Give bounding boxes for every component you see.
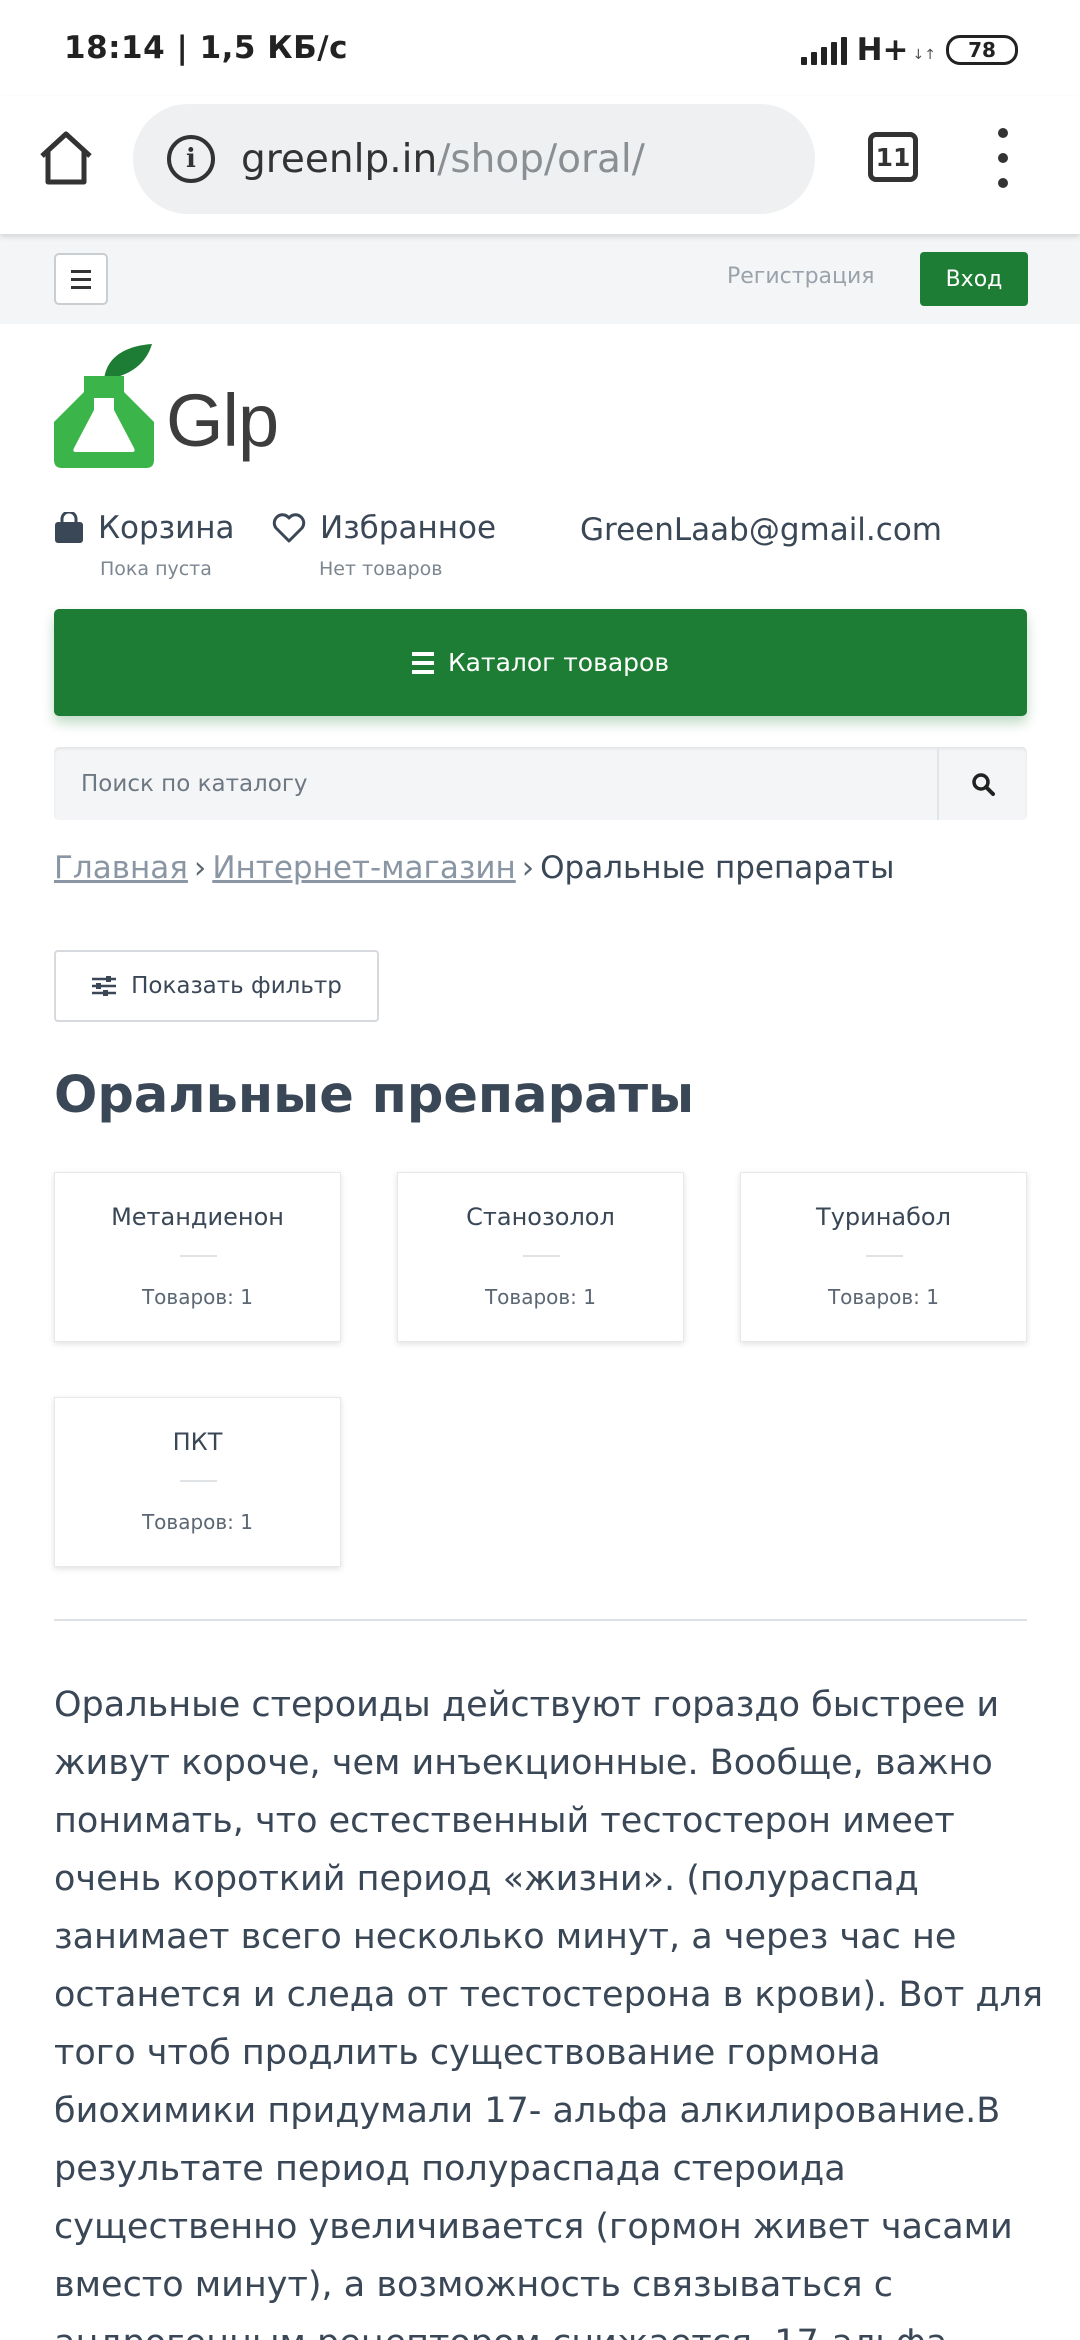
- category-count: Товаров: 1: [827, 1285, 940, 1309]
- divider: [523, 1255, 560, 1257]
- dot: [998, 153, 1008, 163]
- breadcrumb-shop[interactable]: Интернет-магазин: [212, 850, 515, 886]
- info-glyph: i: [186, 144, 196, 174]
- tab-count: 11: [875, 142, 911, 172]
- status-time: 18:14 | 1,5 КБ/с: [64, 30, 348, 66]
- show-filter-button[interactable]: Показать фильтр: [54, 950, 379, 1022]
- catalog-label: Каталог товаров: [447, 648, 670, 677]
- status-icons: H+ ↓↑ 78: [800, 30, 1018, 70]
- cart-status: Пока пуста: [100, 558, 212, 580]
- catalog-button[interactable]: Каталог товаров: [54, 609, 1027, 716]
- signal-icon: [800, 35, 847, 65]
- breadcrumb-home[interactable]: Главная: [54, 850, 188, 886]
- category-card[interactable]: Станозолол Товаров: 1: [397, 1172, 684, 1342]
- favorites-label: Избранное: [320, 510, 497, 546]
- network-type: H+: [856, 32, 909, 68]
- favorites-status: Нет товаров: [319, 558, 443, 580]
- catalog-search: [54, 747, 1027, 820]
- breadcrumb-separator: ›: [521, 850, 535, 886]
- hamburger-menu-button[interactable]: [54, 253, 108, 305]
- url-text[interactable]: greenlp.in/shop/oral/: [241, 137, 645, 182]
- divider: [180, 1255, 217, 1257]
- logo-text: Glp: [166, 379, 279, 462]
- divider: [180, 1480, 217, 1482]
- category-name: Метандиенон: [111, 1203, 284, 1231]
- category-description: Оральные стероиды действуют гораздо быст…: [54, 1685, 1044, 2340]
- category-name: Туринабол: [816, 1203, 951, 1231]
- category-count: Товаров: 1: [141, 1510, 254, 1534]
- section-divider: [54, 1619, 1027, 1621]
- heart-icon: [272, 513, 306, 543]
- browser-toolbar: i greenlp.in/shop/oral/ 11: [0, 96, 1080, 234]
- contact-email[interactable]: GreenLaab@gmail.com: [580, 512, 942, 548]
- network-activity-icon: ↓↑: [912, 47, 936, 63]
- search-input[interactable]: [54, 747, 937, 820]
- register-link[interactable]: Регистрация: [727, 264, 875, 289]
- browser-menu-button[interactable]: [993, 128, 1013, 188]
- breadcrumb: Главная › Интернет-магазин › Оральные препар…: [54, 850, 894, 886]
- home-icon: [40, 131, 92, 185]
- category-count: Товаров: 1: [141, 1285, 254, 1309]
- favorites-link[interactable]: Избранное Нет товаров: [272, 510, 496, 580]
- filter-label: Показать фильтр: [131, 973, 342, 999]
- cart-title: Корзина: [54, 510, 235, 546]
- sliders-icon: [92, 976, 117, 996]
- category-name: Станозолол: [466, 1203, 615, 1231]
- search-icon: [972, 772, 995, 796]
- site-logo[interactable]: Glp: [54, 342, 294, 472]
- favorites-title: Избранное: [272, 510, 496, 546]
- logo-flask-icon: [54, 344, 154, 468]
- url-path: /shop/oral/: [437, 136, 645, 182]
- url-domain: greenlp.in: [241, 136, 438, 182]
- dot: [998, 128, 1008, 138]
- category-card[interactable]: ПКТ Товаров: 1: [54, 1397, 341, 1567]
- cart-label: Корзина: [98, 510, 235, 546]
- battery-icon: 78: [946, 35, 1018, 65]
- category-name: ПКТ: [172, 1428, 223, 1456]
- tab-switcher-button[interactable]: 11: [868, 132, 918, 182]
- bag-icon: [55, 512, 83, 543]
- category-card[interactable]: Туринабол Товаров: 1: [740, 1172, 1027, 1342]
- category-card[interactable]: Метандиенон Товаров: 1: [54, 1172, 341, 1342]
- breadcrumb-separator: ›: [193, 850, 207, 886]
- search-button[interactable]: [937, 747, 1027, 820]
- login-button[interactable]: Вход: [920, 252, 1028, 306]
- menu-line: [71, 269, 91, 273]
- battery-level: 78: [968, 38, 996, 62]
- info-icon[interactable]: i: [167, 135, 215, 183]
- divider: [866, 1255, 903, 1257]
- page-title: Оральные препараты: [54, 1066, 695, 1125]
- category-count: Товаров: 1: [484, 1285, 597, 1309]
- breadcrumb-current: Оральные препараты: [540, 850, 895, 886]
- menu-line: [71, 277, 91, 281]
- cart-link[interactable]: Корзина Пока пуста: [54, 510, 235, 580]
- list-icon: [411, 651, 434, 674]
- home-button[interactable]: [36, 128, 96, 188]
- dot: [998, 178, 1008, 188]
- site-top-bar: Регистрация Вход: [0, 234, 1080, 324]
- menu-line: [71, 285, 91, 289]
- address-bar[interactable]: i greenlp.in/shop/oral/: [133, 104, 815, 214]
- status-bar: 18:14 | 1,5 КБ/с H+ ↓↑ 78: [0, 0, 1080, 96]
